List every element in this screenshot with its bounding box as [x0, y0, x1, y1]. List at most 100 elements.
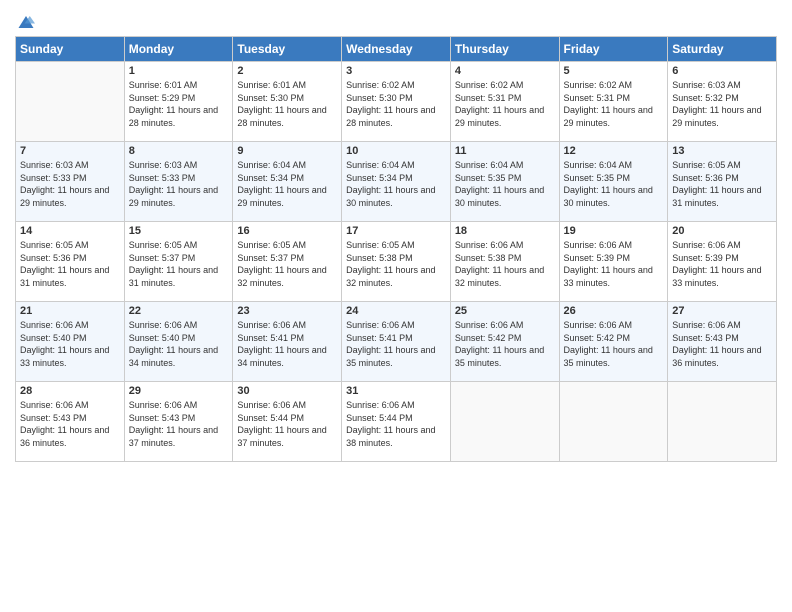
day-info: Sunrise: 6:01 AMSunset: 5:30 PMDaylight:… [237, 79, 337, 129]
day-info: Sunrise: 6:02 AMSunset: 5:31 PMDaylight:… [564, 79, 664, 129]
col-monday: Monday [124, 37, 233, 62]
calendar-cell: 31 Sunrise: 6:06 AMSunset: 5:44 PMDaylig… [342, 382, 451, 462]
day-info: Sunrise: 6:02 AMSunset: 5:31 PMDaylight:… [455, 79, 555, 129]
day-info: Sunrise: 6:04 AMSunset: 5:35 PMDaylight:… [455, 159, 555, 209]
calendar-cell: 7 Sunrise: 6:03 AMSunset: 5:33 PMDayligh… [16, 142, 125, 222]
calendar-cell: 9 Sunrise: 6:04 AMSunset: 5:34 PMDayligh… [233, 142, 342, 222]
day-number: 11 [455, 145, 555, 157]
day-info: Sunrise: 6:06 AMSunset: 5:38 PMDaylight:… [455, 239, 555, 289]
day-info: Sunrise: 6:05 AMSunset: 5:36 PMDaylight:… [20, 239, 120, 289]
day-number: 7 [20, 145, 120, 157]
day-number: 10 [346, 145, 446, 157]
day-info: Sunrise: 6:06 AMSunset: 5:40 PMDaylight:… [20, 319, 120, 369]
calendar-cell: 2 Sunrise: 6:01 AMSunset: 5:30 PMDayligh… [233, 62, 342, 142]
calendar-cell: 28 Sunrise: 6:06 AMSunset: 5:43 PMDaylig… [16, 382, 125, 462]
calendar-cell: 20 Sunrise: 6:06 AMSunset: 5:39 PMDaylig… [668, 222, 777, 302]
col-sunday: Sunday [16, 37, 125, 62]
day-number: 15 [129, 225, 229, 237]
calendar-cell: 5 Sunrise: 6:02 AMSunset: 5:31 PMDayligh… [559, 62, 668, 142]
logo-icon [17, 14, 35, 30]
calendar-cell: 16 Sunrise: 6:05 AMSunset: 5:37 PMDaylig… [233, 222, 342, 302]
calendar-cell: 29 Sunrise: 6:06 AMSunset: 5:43 PMDaylig… [124, 382, 233, 462]
day-number: 23 [237, 305, 337, 317]
col-wednesday: Wednesday [342, 37, 451, 62]
day-number: 26 [564, 305, 664, 317]
col-friday: Friday [559, 37, 668, 62]
day-number: 1 [129, 65, 229, 77]
calendar-cell [668, 382, 777, 462]
calendar-cell: 26 Sunrise: 6:06 AMSunset: 5:42 PMDaylig… [559, 302, 668, 382]
day-info: Sunrise: 6:05 AMSunset: 5:37 PMDaylight:… [237, 239, 337, 289]
day-info: Sunrise: 6:06 AMSunset: 5:42 PMDaylight:… [455, 319, 555, 369]
day-info: Sunrise: 6:03 AMSunset: 5:33 PMDaylight:… [129, 159, 229, 209]
calendar-table: SundayMondayTuesdayWednesdayThursdayFrid… [15, 36, 777, 462]
day-info: Sunrise: 6:03 AMSunset: 5:33 PMDaylight:… [20, 159, 120, 209]
day-number: 4 [455, 65, 555, 77]
calendar-cell: 6 Sunrise: 6:03 AMSunset: 5:32 PMDayligh… [668, 62, 777, 142]
calendar-cell: 12 Sunrise: 6:04 AMSunset: 5:35 PMDaylig… [559, 142, 668, 222]
day-number: 18 [455, 225, 555, 237]
day-info: Sunrise: 6:06 AMSunset: 5:39 PMDaylight:… [564, 239, 664, 289]
col-saturday: Saturday [668, 37, 777, 62]
day-number: 21 [20, 305, 120, 317]
calendar-cell: 18 Sunrise: 6:06 AMSunset: 5:38 PMDaylig… [450, 222, 559, 302]
day-number: 29 [129, 385, 229, 397]
day-number: 14 [20, 225, 120, 237]
day-number: 16 [237, 225, 337, 237]
calendar-cell: 3 Sunrise: 6:02 AMSunset: 5:30 PMDayligh… [342, 62, 451, 142]
day-info: Sunrise: 6:04 AMSunset: 5:34 PMDaylight:… [346, 159, 446, 209]
day-info: Sunrise: 6:05 AMSunset: 5:37 PMDaylight:… [129, 239, 229, 289]
day-number: 9 [237, 145, 337, 157]
day-info: Sunrise: 6:04 AMSunset: 5:35 PMDaylight:… [564, 159, 664, 209]
day-info: Sunrise: 6:03 AMSunset: 5:32 PMDaylight:… [672, 79, 772, 129]
calendar-cell: 1 Sunrise: 6:01 AMSunset: 5:29 PMDayligh… [124, 62, 233, 142]
day-number: 28 [20, 385, 120, 397]
day-info: Sunrise: 6:04 AMSunset: 5:34 PMDaylight:… [237, 159, 337, 209]
day-info: Sunrise: 6:06 AMSunset: 5:44 PMDaylight:… [346, 399, 446, 449]
calendar-cell: 14 Sunrise: 6:05 AMSunset: 5:36 PMDaylig… [16, 222, 125, 302]
day-number: 20 [672, 225, 772, 237]
day-info: Sunrise: 6:01 AMSunset: 5:29 PMDaylight:… [129, 79, 229, 129]
calendar-cell: 15 Sunrise: 6:05 AMSunset: 5:37 PMDaylig… [124, 222, 233, 302]
day-info: Sunrise: 6:06 AMSunset: 5:43 PMDaylight:… [672, 319, 772, 369]
day-info: Sunrise: 6:06 AMSunset: 5:43 PMDaylight:… [20, 399, 120, 449]
day-number: 31 [346, 385, 446, 397]
day-info: Sunrise: 6:06 AMSunset: 5:39 PMDaylight:… [672, 239, 772, 289]
day-number: 17 [346, 225, 446, 237]
day-info: Sunrise: 6:06 AMSunset: 5:41 PMDaylight:… [346, 319, 446, 369]
day-info: Sunrise: 6:06 AMSunset: 5:43 PMDaylight:… [129, 399, 229, 449]
calendar-cell: 17 Sunrise: 6:05 AMSunset: 5:38 PMDaylig… [342, 222, 451, 302]
header [15, 10, 777, 30]
day-number: 22 [129, 305, 229, 317]
calendar-cell: 19 Sunrise: 6:06 AMSunset: 5:39 PMDaylig… [559, 222, 668, 302]
calendar-cell [559, 382, 668, 462]
day-info: Sunrise: 6:06 AMSunset: 5:42 PMDaylight:… [564, 319, 664, 369]
day-number: 8 [129, 145, 229, 157]
day-info: Sunrise: 6:02 AMSunset: 5:30 PMDaylight:… [346, 79, 446, 129]
calendar-cell: 23 Sunrise: 6:06 AMSunset: 5:41 PMDaylig… [233, 302, 342, 382]
day-number: 27 [672, 305, 772, 317]
day-info: Sunrise: 6:06 AMSunset: 5:41 PMDaylight:… [237, 319, 337, 369]
calendar-cell: 25 Sunrise: 6:06 AMSunset: 5:42 PMDaylig… [450, 302, 559, 382]
calendar-cell: 4 Sunrise: 6:02 AMSunset: 5:31 PMDayligh… [450, 62, 559, 142]
calendar-cell: 13 Sunrise: 6:05 AMSunset: 5:36 PMDaylig… [668, 142, 777, 222]
calendar-cell: 24 Sunrise: 6:06 AMSunset: 5:41 PMDaylig… [342, 302, 451, 382]
calendar-cell: 8 Sunrise: 6:03 AMSunset: 5:33 PMDayligh… [124, 142, 233, 222]
day-number: 13 [672, 145, 772, 157]
day-number: 6 [672, 65, 772, 77]
col-thursday: Thursday [450, 37, 559, 62]
col-tuesday: Tuesday [233, 37, 342, 62]
logo [15, 10, 35, 30]
calendar-cell [450, 382, 559, 462]
calendar-cell: 10 Sunrise: 6:04 AMSunset: 5:34 PMDaylig… [342, 142, 451, 222]
day-number: 12 [564, 145, 664, 157]
day-number: 24 [346, 305, 446, 317]
day-number: 30 [237, 385, 337, 397]
day-number: 3 [346, 65, 446, 77]
day-number: 5 [564, 65, 664, 77]
calendar-cell: 27 Sunrise: 6:06 AMSunset: 5:43 PMDaylig… [668, 302, 777, 382]
calendar-cell [16, 62, 125, 142]
day-number: 2 [237, 65, 337, 77]
day-info: Sunrise: 6:05 AMSunset: 5:36 PMDaylight:… [672, 159, 772, 209]
day-info: Sunrise: 6:06 AMSunset: 5:44 PMDaylight:… [237, 399, 337, 449]
